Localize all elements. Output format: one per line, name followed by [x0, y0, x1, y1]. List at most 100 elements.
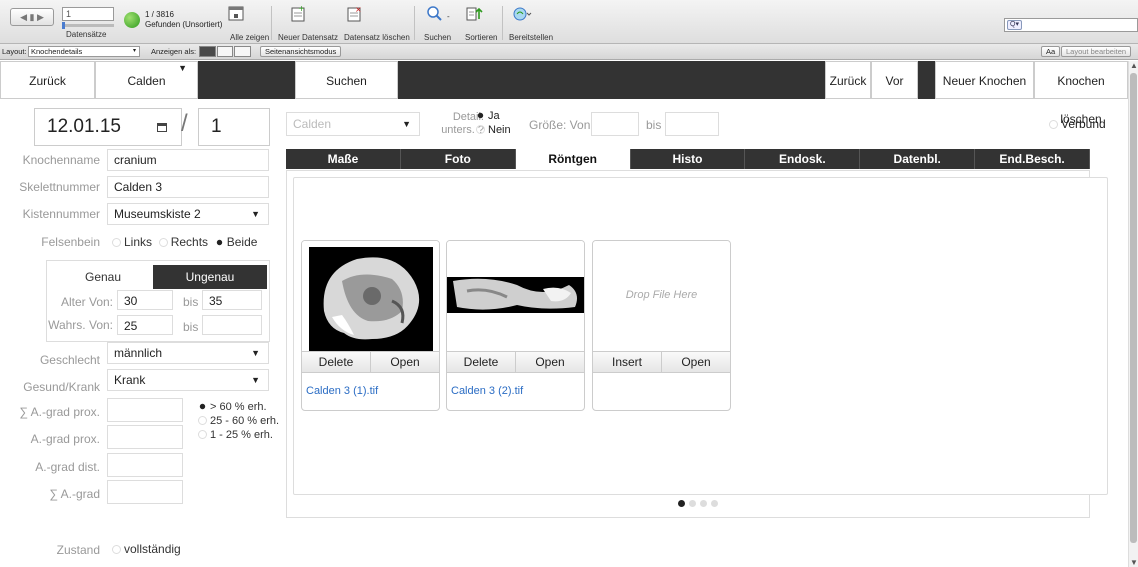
date-field[interactable]: 12.01.15 [34, 108, 182, 146]
search-nav-button[interactable]: Suchen [295, 61, 398, 99]
age-from-field[interactable]: 30 [117, 290, 173, 310]
site-select[interactable]: Calden ▼ [95, 61, 198, 99]
edit-layout-button[interactable]: Layout bearbeiten [1061, 46, 1132, 57]
delete-record-button[interactable]: Datensatz löschen [344, 33, 410, 42]
health-value: Krank [114, 373, 146, 387]
tab-measurements[interactable]: Maße [286, 149, 401, 169]
view-as-toggle[interactable] [199, 46, 252, 57]
tab-inexact[interactable]: Ungenau [153, 265, 267, 289]
show-all-icon[interactable] [226, 5, 246, 23]
layout-select[interactable]: Knochendetails ▾ [28, 46, 140, 57]
quick-find-icon[interactable]: Q▾ [1007, 20, 1022, 30]
preservation-1-25-radio[interactable]: 1 - 25 % erh. [198, 428, 279, 442]
health-select[interactable]: Krank ▼ [107, 369, 269, 391]
delete-button[interactable]: Delete [447, 352, 516, 372]
state-complete-radio[interactable]: vollständig [112, 542, 181, 556]
petrous-left-radio[interactable]: Links [112, 235, 152, 249]
layout-value: Knochendetails [31, 47, 83, 56]
pager-dot[interactable] [689, 500, 696, 507]
pager-dot[interactable] [700, 500, 707, 507]
probable-age-from-field[interactable]: 25 [117, 315, 173, 335]
petrous-right-radio[interactable]: Rechts [158, 235, 208, 249]
search-icon[interactable] [425, 5, 445, 23]
new-record-button[interactable]: Neuer Datensatz [278, 33, 338, 42]
previous-record-button[interactable]: Zurück [825, 61, 871, 99]
chevron-down-icon: ▼ [251, 348, 260, 358]
health-label: Gesund/Krank [23, 380, 100, 394]
font-size-button[interactable]: Aa [1041, 46, 1061, 57]
tab-exact[interactable]: Genau [51, 265, 155, 289]
size-to-field[interactable] [665, 112, 719, 136]
sort-icon[interactable] [464, 5, 484, 23]
box-number-value: Museumskiste 2 [114, 207, 201, 221]
delete-button[interactable]: Delete [302, 352, 371, 372]
delete-record-icon[interactable]: × [344, 5, 364, 23]
sum-prox-field[interactable] [107, 398, 183, 422]
search-button[interactable]: Suchen [424, 33, 451, 42]
sex-select[interactable]: männlich ▼ [107, 342, 269, 364]
record-slider[interactable] [62, 22, 114, 29]
probable-age-to-field[interactable] [202, 315, 262, 335]
skeleton-number-field[interactable]: Calden 3 [107, 176, 269, 198]
bone-name-field[interactable]: cranium [107, 149, 269, 171]
form-view-icon[interactable] [199, 46, 216, 57]
share-icon[interactable] [512, 5, 532, 23]
tab-endoscopy[interactable]: Endosk. [745, 149, 861, 169]
prox-field[interactable] [107, 425, 183, 449]
gallery-pager [678, 500, 718, 507]
sum-field[interactable] [107, 480, 183, 504]
preservation-25-60-radio[interactable]: 25 - 60 % erh. [198, 414, 279, 428]
scroll-down-icon[interactable]: ▼ [1130, 558, 1138, 567]
preview-mode-button[interactable]: Seitenansichtsmodus [260, 46, 342, 57]
new-record-icon[interactable]: + [288, 5, 308, 23]
pager-dot-active[interactable] [678, 500, 685, 507]
table-view-icon[interactable] [234, 46, 252, 57]
bone-name-label: Knochenname [22, 153, 100, 167]
detail-no-radio[interactable]: Nein [476, 123, 511, 137]
tab-end-description[interactable]: End.Besch. [975, 149, 1091, 169]
petrous-both-radio[interactable]: Beide [215, 235, 257, 249]
file-link[interactable]: Calden 3 (2).tif [451, 385, 523, 397]
probable-age-to-label: bis [183, 320, 199, 334]
scrollbar-thumb[interactable] [1130, 73, 1137, 543]
detail-yes-radio[interactable]: Ja [476, 109, 511, 123]
site-filter-select[interactable]: Calden ▼ [286, 112, 420, 136]
tab-photo[interactable]: Foto [401, 149, 516, 169]
show-all-button[interactable]: Alle zeigen [230, 33, 269, 42]
xray-thumbnail-fragment[interactable] [447, 241, 584, 351]
new-bone-button[interactable]: Neuer Knochen [935, 61, 1034, 99]
quick-find-input[interactable]: Q▾ [1004, 18, 1138, 32]
insert-button[interactable]: Insert [593, 352, 662, 372]
record-number-input[interactable]: 1 [62, 7, 114, 21]
navigation-bar: Zurück Calden ▼ Suchen Zurück Vor Neuer … [0, 61, 1128, 126]
dist-field[interactable] [107, 453, 183, 477]
drop-zone[interactable]: Drop File Here [593, 241, 730, 351]
size-from-field[interactable] [591, 112, 639, 136]
record-nav-arrows[interactable]: ◀ ▮ ▶ [10, 8, 54, 26]
list-view-icon[interactable] [216, 46, 234, 57]
sort-button[interactable]: Sortieren [465, 33, 497, 42]
open-button[interactable]: Open [662, 352, 730, 372]
tab-histo[interactable]: Histo [631, 149, 746, 169]
compound-radio[interactable]: Verbund [1049, 117, 1106, 131]
sequence-number-field[interactable]: 1 [198, 108, 270, 146]
open-button[interactable]: Open [516, 352, 584, 372]
tab-xray[interactable]: Röntgen [515, 149, 631, 169]
share-button[interactable]: Bereitstellen [509, 33, 553, 42]
preservation-over-60-radio[interactable]: > 60 % erh. [198, 400, 279, 414]
delete-bone-button[interactable]: Knochen löschen [1034, 61, 1128, 126]
view-as-label: Anzeigen als: [151, 47, 197, 56]
pager-dot[interactable] [711, 500, 718, 507]
back-button[interactable]: Zurück [0, 61, 95, 99]
file-link[interactable]: Calden 3 (1).tif [306, 385, 378, 397]
tab-datasheet[interactable]: Datenbl. [860, 149, 976, 169]
vertical-scrollbar[interactable]: ▲ ▼ [1128, 61, 1138, 567]
calendar-icon[interactable] [157, 123, 167, 132]
box-number-select[interactable]: Museumskiste 2 ▼ [107, 203, 269, 225]
next-record-button[interactable]: Vor [871, 61, 918, 99]
xray-thumbnail-skull[interactable] [302, 241, 439, 351]
sum-label: ∑ A.-grad [49, 487, 100, 501]
scroll-up-icon[interactable]: ▲ [1130, 61, 1138, 70]
age-to-field[interactable]: 35 [202, 290, 262, 310]
open-button[interactable]: Open [371, 352, 439, 372]
